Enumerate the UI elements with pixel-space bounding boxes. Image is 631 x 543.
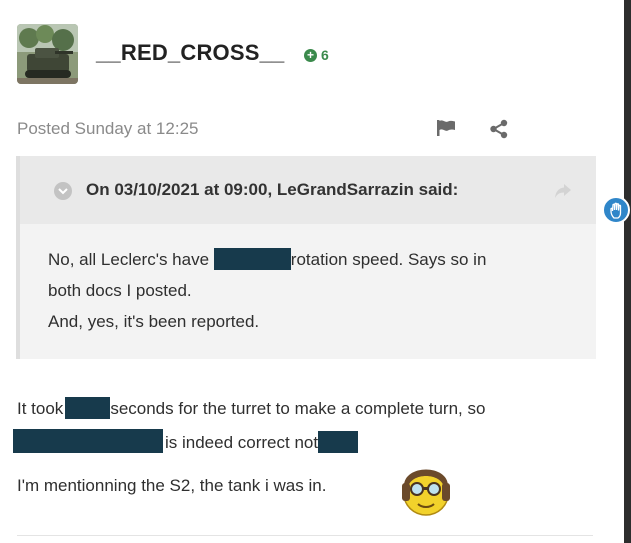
reputation-count: 6: [321, 47, 329, 63]
quote-jump-button[interactable]: [554, 183, 572, 199]
quote-header: On 03/10/2021 at 09:00, LeGrandSarrazin …: [20, 156, 596, 224]
content-line: is indeed correct not: [13, 429, 359, 453]
share-icon: [490, 119, 508, 139]
content-line: I'm mentionning the S2, the tank i was i…: [17, 476, 327, 495]
content-text: seconds for the turret to make a complet…: [110, 399, 486, 418]
scroll-handle[interactable]: [602, 196, 630, 224]
quote-text: No, all Leclerc's have: [48, 250, 210, 269]
quote-line: both docs I posted.: [48, 281, 192, 300]
redaction-block: [65, 397, 111, 419]
avatar[interactable]: [17, 24, 78, 84]
flag-icon: [437, 120, 455, 136]
quote-line: And, yes, it's been reported.: [48, 312, 260, 331]
share-button[interactable]: [489, 119, 509, 139]
quote-text: rotation speed. Says so in: [290, 250, 487, 269]
tank-avatar-icon: [17, 24, 78, 84]
quote-block: On 03/10/2021 at 09:00, LeGrandSarrazin …: [16, 156, 596, 359]
reply-arrow-icon: [555, 184, 571, 198]
divider: [17, 535, 593, 536]
redaction-block: [213, 248, 291, 270]
content-line: It took seconds for the turret to make a …: [17, 397, 485, 419]
reputation-badge[interactable]: + 6: [304, 47, 329, 63]
quote-body: No, all Leclerc's have rotation speed. S…: [48, 244, 588, 337]
quote-line: No, all Leclerc's have rotation speed. S…: [48, 244, 588, 275]
redaction-block: [318, 431, 359, 453]
username[interactable]: __RED_CROSS__: [96, 40, 284, 66]
post-timestamp[interactable]: Posted Sunday at 12:25: [17, 119, 198, 139]
hand-icon: [610, 202, 622, 219]
plus-circle-icon: +: [304, 48, 317, 62]
aviator-emoji-icon: [398, 456, 454, 518]
quote-citation: On 03/10/2021 at 09:00, LeGrandSarrazin …: [86, 180, 459, 199]
report-button[interactable]: [436, 119, 456, 137]
redaction-block: [13, 429, 163, 453]
content-text: is indeed correct not: [165, 433, 319, 452]
content-text: It took: [17, 399, 64, 418]
scrollbar[interactable]: [624, 0, 631, 543]
chevron-down-icon[interactable]: [54, 182, 72, 200]
